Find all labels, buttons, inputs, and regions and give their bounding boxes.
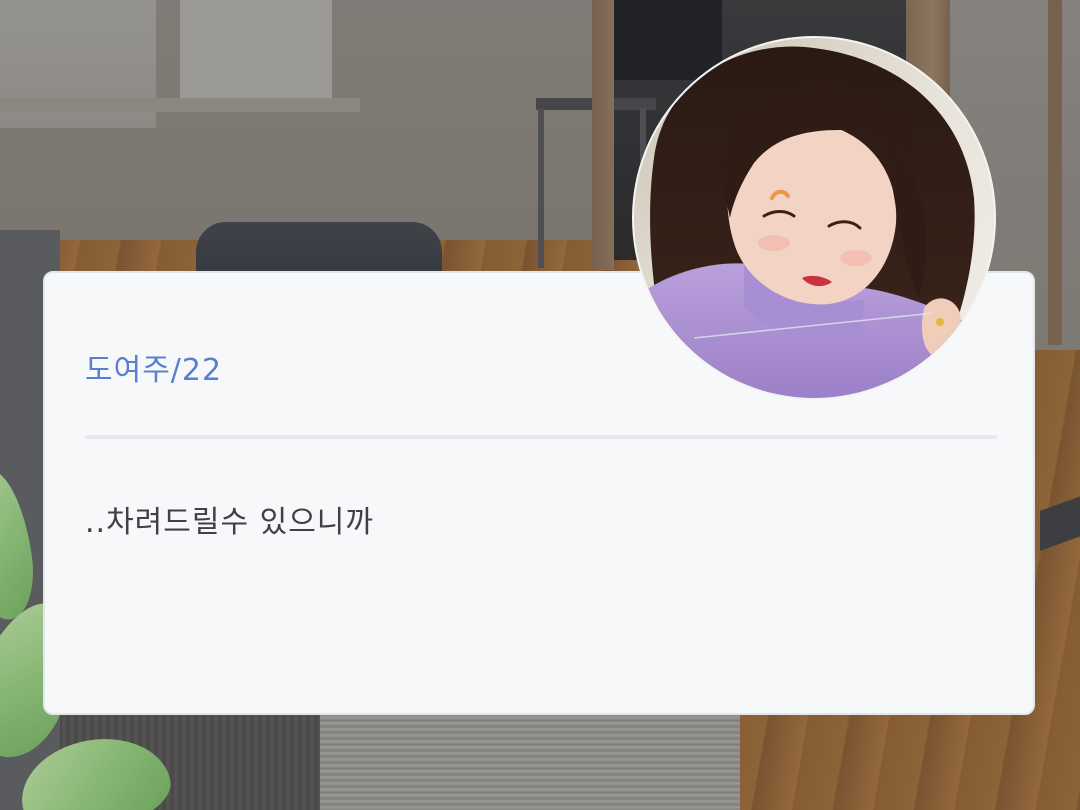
character-portrait-icon: [632, 36, 996, 400]
dialogue-divider: [85, 435, 997, 439]
dialogue-text: ..차려드릴수 있으니까: [85, 505, 375, 540]
speaker-name: 도여주/22: [85, 353, 223, 388]
visual-novel-scene: 도여주/22 ..차려드릴수 있으니까: [0, 0, 1080, 810]
